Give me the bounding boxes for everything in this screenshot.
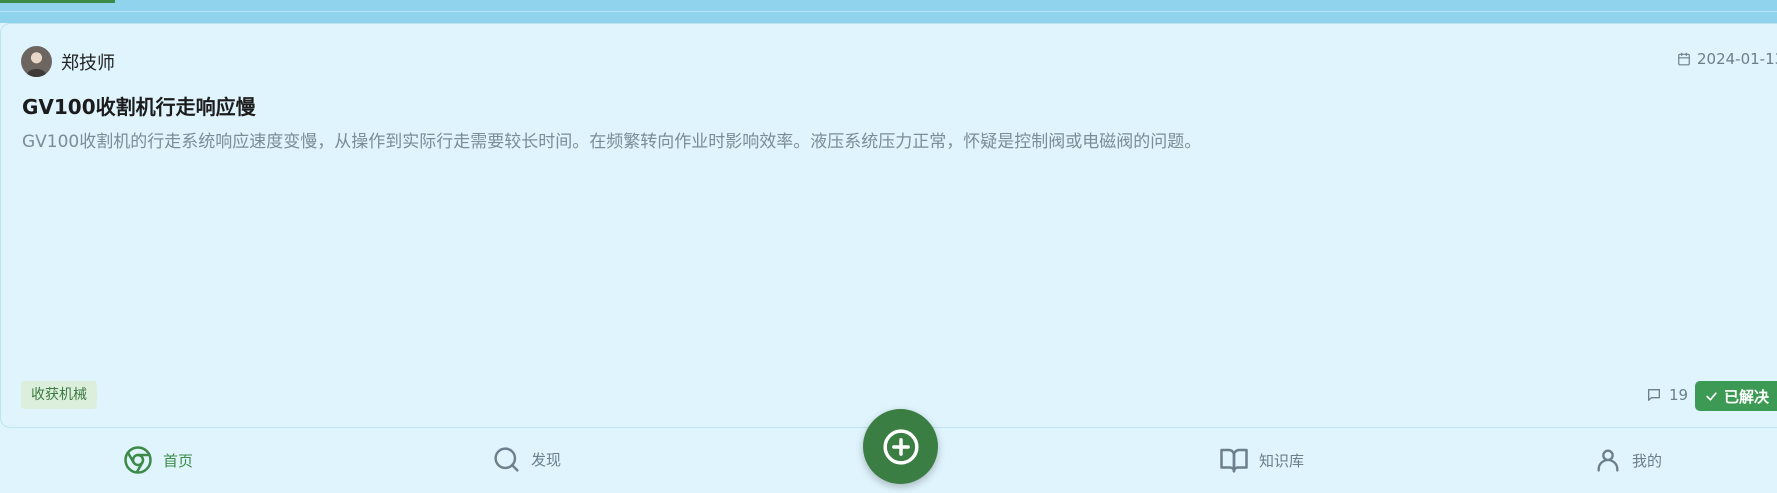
post-title[interactable]: GV100收割机行走响应慢 <box>22 91 256 120</box>
nav-item-discover[interactable]: 发现 <box>492 445 561 474</box>
nav-item-knowledge[interactable]: 知识库 <box>1219 445 1304 475</box>
date-text: 2024-01-13 <box>1697 50 1777 68</box>
comment-count[interactable]: 19 <box>1646 386 1688 404</box>
create-post-button[interactable] <box>863 409 938 484</box>
comment-icon <box>1648 389 1660 401</box>
status-badge: 已解决 <box>1695 381 1777 411</box>
user-icon <box>1597 449 1619 472</box>
post-date: 2024-01-13 <box>1677 50 1777 68</box>
comment-count-text: 19 <box>1669 386 1689 404</box>
search-icon <box>494 447 519 472</box>
nav-item-profile[interactable]: 我的 <box>1594 445 1662 475</box>
chrome-like-home-icon <box>124 446 152 474</box>
nav-label-home: 首页 <box>163 451 194 470</box>
nav-label-discover: 发现 <box>531 451 562 469</box>
top-tab-strip <box>0 0 1777 23</box>
post-author[interactable]: 郑技师 <box>21 46 115 77</box>
post-description: GV100收割机的行走系统响应速度变慢，从操作到实际行走需要较长时间。在频繁转向… <box>22 132 1202 152</box>
nav-label-profile: 我的 <box>1632 451 1663 470</box>
calendar-icon <box>1678 52 1690 66</box>
nav-label-knowledge: 知识库 <box>1259 451 1305 470</box>
book-icon <box>1220 448 1248 473</box>
divider <box>0 11 1777 12</box>
active-tab-indicator <box>0 0 115 3</box>
status-text: 已解决 <box>1724 387 1770 406</box>
nav-item-home[interactable]: 首页 <box>123 445 193 475</box>
post-card[interactable]: 郑技师 2024-01-13 GV100收割机行走响应慢 GV100收割机的行走… <box>0 23 1777 428</box>
avatar[interactable] <box>21 46 52 77</box>
category-tag[interactable]: 收获机械 <box>21 381 97 409</box>
check-icon <box>1706 391 1717 401</box>
plus-circle-icon <box>882 428 919 465</box>
author-name[interactable]: 郑技师 <box>61 49 115 75</box>
